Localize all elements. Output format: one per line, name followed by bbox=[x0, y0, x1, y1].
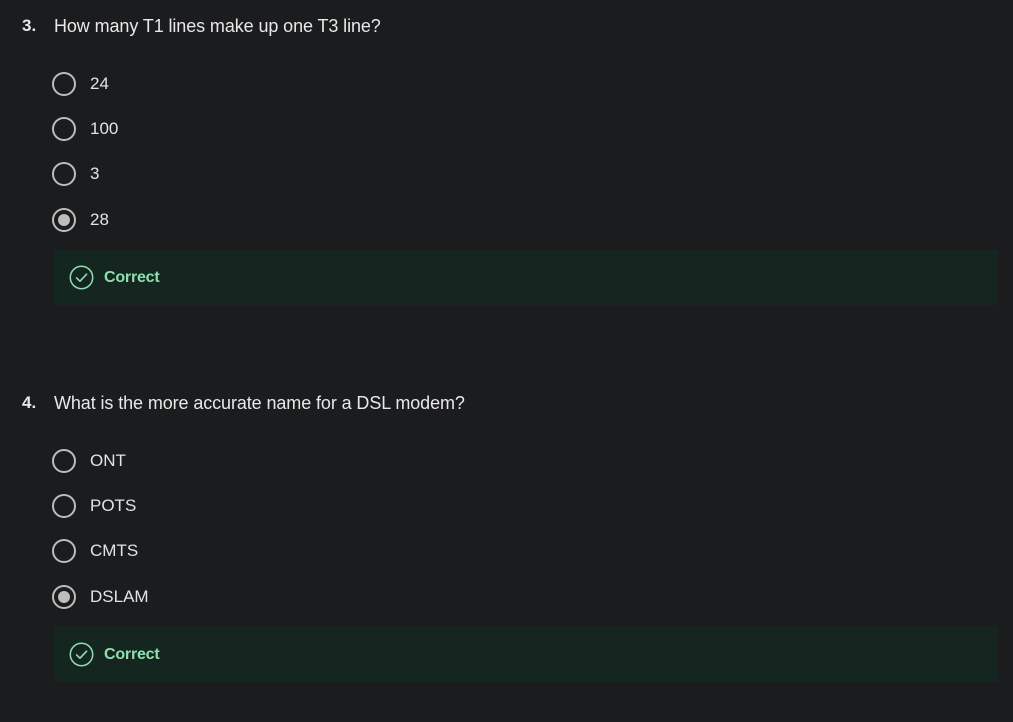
quiz-page: 3. How many T1 lines make up one T3 line… bbox=[0, 0, 1013, 722]
option-label: 3 bbox=[90, 164, 100, 183]
check-circle-icon bbox=[69, 642, 94, 667]
radio-button-selected[interactable] bbox=[52, 585, 76, 609]
radio-button[interactable] bbox=[52, 539, 76, 563]
feedback-banner: Correct bbox=[54, 627, 998, 682]
radio-button[interactable] bbox=[52, 117, 76, 141]
option-label: POTS bbox=[90, 496, 137, 515]
radio-dot bbox=[58, 214, 70, 226]
question-header: 4. What is the more accurate name for a … bbox=[22, 391, 465, 415]
option-100[interactable]: 100 bbox=[52, 116, 118, 142]
option-ont[interactable]: ONT bbox=[52, 448, 126, 474]
option-label: 24 bbox=[90, 74, 109, 93]
option-3[interactable]: 3 bbox=[52, 161, 99, 187]
question-header: 3. How many T1 lines make up one T3 line… bbox=[22, 14, 381, 38]
option-label: ONT bbox=[90, 451, 126, 470]
option-label: 100 bbox=[90, 119, 119, 138]
radio-button[interactable] bbox=[52, 162, 76, 186]
radio-button-selected[interactable] bbox=[52, 208, 76, 232]
option-label: CMTS bbox=[90, 541, 139, 560]
radio-dot bbox=[58, 591, 70, 603]
question-number: 3. bbox=[22, 16, 37, 35]
option-28[interactable]: 28 bbox=[52, 207, 109, 233]
radio-button[interactable] bbox=[52, 72, 76, 96]
option-label: 28 bbox=[90, 210, 109, 229]
option-label: DSLAM bbox=[90, 587, 149, 606]
option-cmts[interactable]: CMTS bbox=[52, 538, 138, 564]
question-text: What is the more accurate name for a DSL… bbox=[54, 392, 465, 413]
feedback-text: Correct bbox=[104, 645, 160, 663]
check-circle-icon bbox=[69, 265, 94, 290]
feedback-banner: Correct bbox=[54, 250, 998, 305]
option-pots[interactable]: POTS bbox=[52, 493, 136, 519]
feedback-text: Correct bbox=[104, 268, 160, 286]
option-24[interactable]: 24 bbox=[52, 71, 109, 97]
question-text: How many T1 lines make up one T3 line? bbox=[54, 15, 381, 36]
question-number: 4. bbox=[22, 393, 37, 412]
option-dslam[interactable]: DSLAM bbox=[52, 584, 149, 610]
radio-button[interactable] bbox=[52, 449, 76, 473]
radio-button[interactable] bbox=[52, 494, 76, 518]
